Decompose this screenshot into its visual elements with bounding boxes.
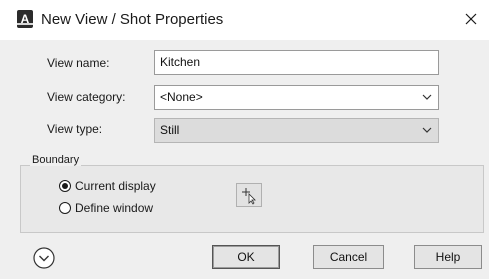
view-category-value: <None> — [160, 90, 203, 104]
view-category-label: View category: — [47, 90, 126, 104]
help-button[interactable]: Help — [414, 245, 482, 269]
boundary-group-label: Boundary — [30, 154, 82, 166]
current-display-label[interactable]: Current display — [75, 179, 156, 193]
current-display-radio[interactable] — [59, 180, 71, 192]
view-name-input[interactable]: Kitchen — [154, 50, 439, 75]
define-window-radio[interactable] — [59, 202, 71, 214]
radio-selected-dot — [62, 183, 68, 189]
title-bar: A New View / Shot Properties — [0, 0, 489, 40]
pick-window-cursor-icon — [242, 188, 256, 205]
view-type-dropdown[interactable]: Still — [154, 118, 439, 143]
cancel-button[interactable]: Cancel — [313, 245, 384, 269]
define-window-label[interactable]: Define window — [75, 201, 153, 215]
close-button[interactable] — [461, 9, 481, 29]
view-name-label: View name: — [47, 56, 110, 70]
close-icon — [465, 13, 477, 25]
chevron-down-icon — [422, 94, 432, 100]
window-title: New View / Shot Properties — [41, 11, 224, 28]
chevron-down-circle-icon — [33, 247, 55, 269]
define-window-pick-button[interactable] — [236, 183, 262, 207]
view-type-value: Still — [160, 123, 180, 137]
view-type-label: View type: — [47, 122, 103, 136]
ok-button[interactable]: OK — [212, 245, 280, 269]
view-category-dropdown[interactable]: <None> — [154, 85, 439, 110]
chevron-down-icon — [422, 127, 432, 133]
view-name-value: Kitchen — [160, 55, 201, 69]
autocad-app-icon: A — [17, 10, 33, 28]
expand-help-button[interactable] — [33, 247, 55, 269]
